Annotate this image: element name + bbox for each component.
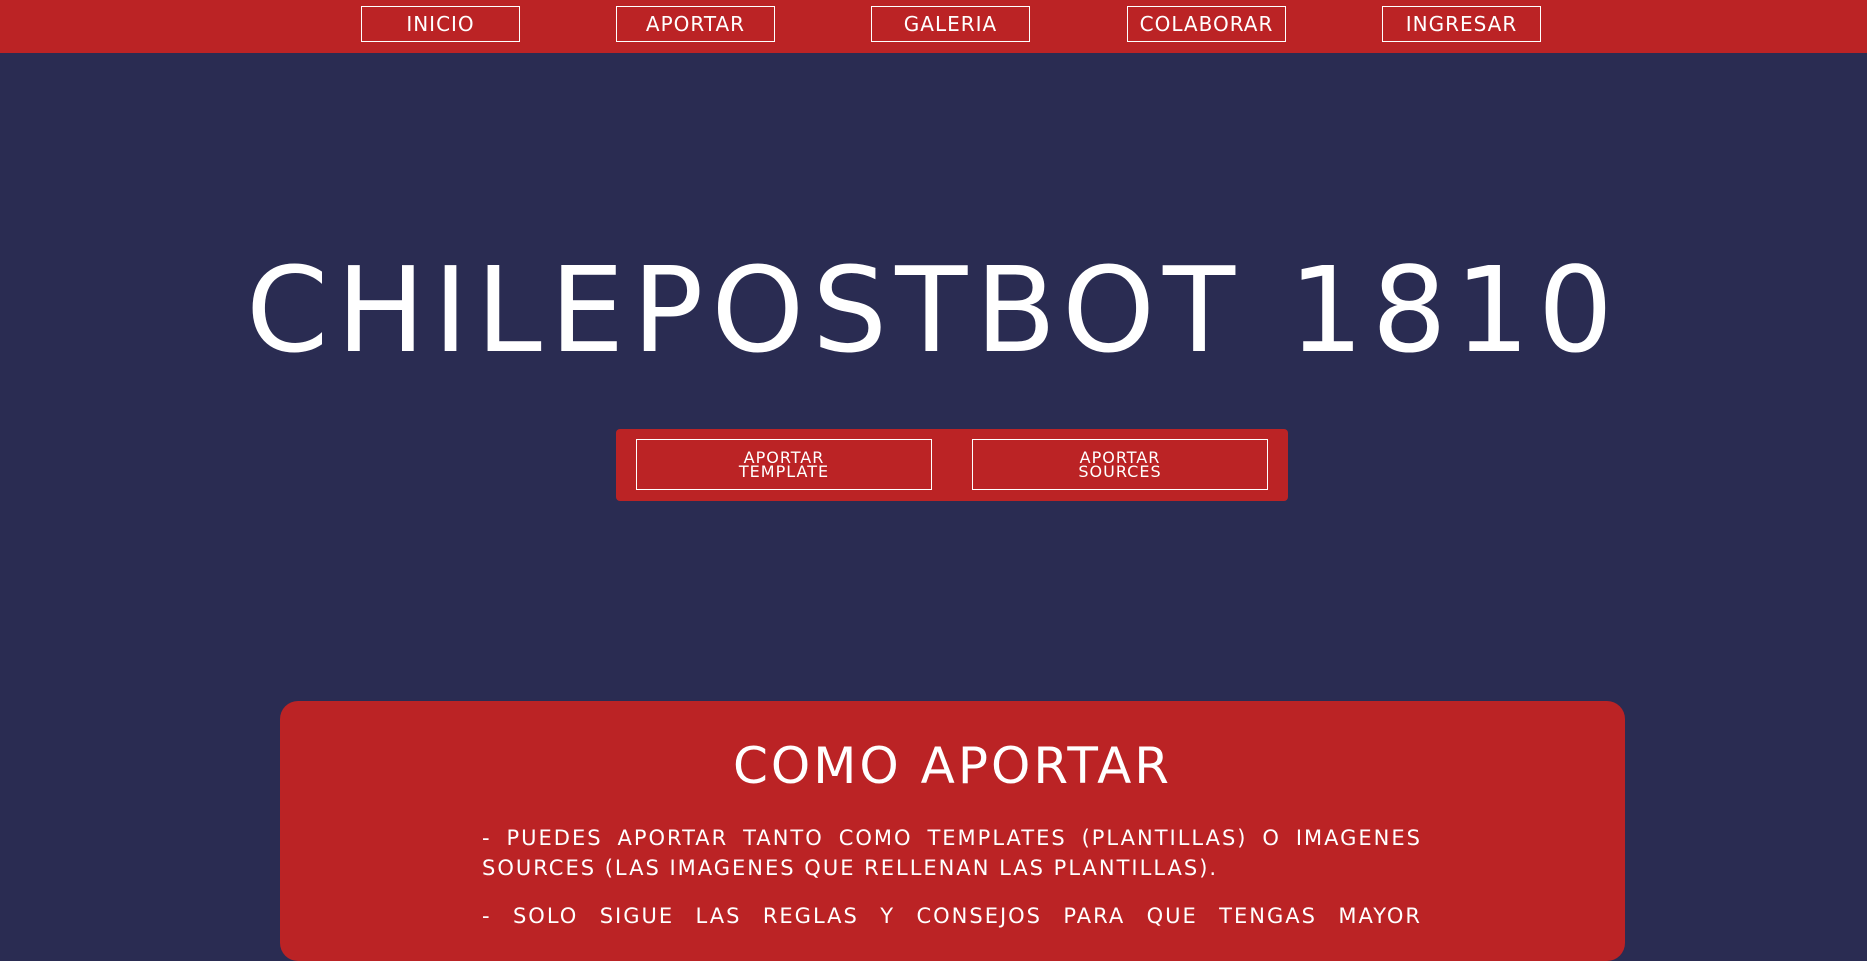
nav-aportar-button[interactable]: APORTAR bbox=[616, 6, 775, 42]
aportar-sources-button[interactable]: APORTAR SOURCES bbox=[972, 439, 1268, 490]
top-navbar: INICIO APORTAR GALERIA COLABORAR INGRESA… bbox=[0, 0, 1867, 53]
nav-ingresar-button[interactable]: INGRESAR bbox=[1382, 6, 1541, 42]
aportar-template-button[interactable]: APORTAR TEMPLATE bbox=[636, 439, 932, 490]
info-paragraph-rules: - SOLO SIGUE LAS REGLAS Y CONSEJOS PARA … bbox=[482, 904, 1422, 928]
como-aportar-title: COMO APORTAR bbox=[732, 737, 1173, 795]
aportar-template-line2: TEMPLATE bbox=[738, 461, 830, 481]
como-aportar-card: COMO APORTAR - PUEDES APORTAR TANTO COMO… bbox=[280, 701, 1625, 961]
aportar-sources-line2: SOURCES bbox=[1078, 461, 1162, 481]
nav-galeria-button[interactable]: GALERIA bbox=[871, 6, 1030, 42]
nav-inicio-button[interactable]: INICIO bbox=[361, 6, 520, 42]
contribute-button-panel: APORTAR TEMPLATE APORTAR SOURCES bbox=[616, 429, 1288, 501]
hero-title: CHILEPOSTBOT 1810 bbox=[246, 241, 1621, 379]
nav-colaborar-button[interactable]: COLABORAR bbox=[1127, 6, 1286, 42]
info-paragraph-templates: - PUEDES APORTAR TANTO COMO TEMPLATES (P… bbox=[482, 826, 1422, 880]
